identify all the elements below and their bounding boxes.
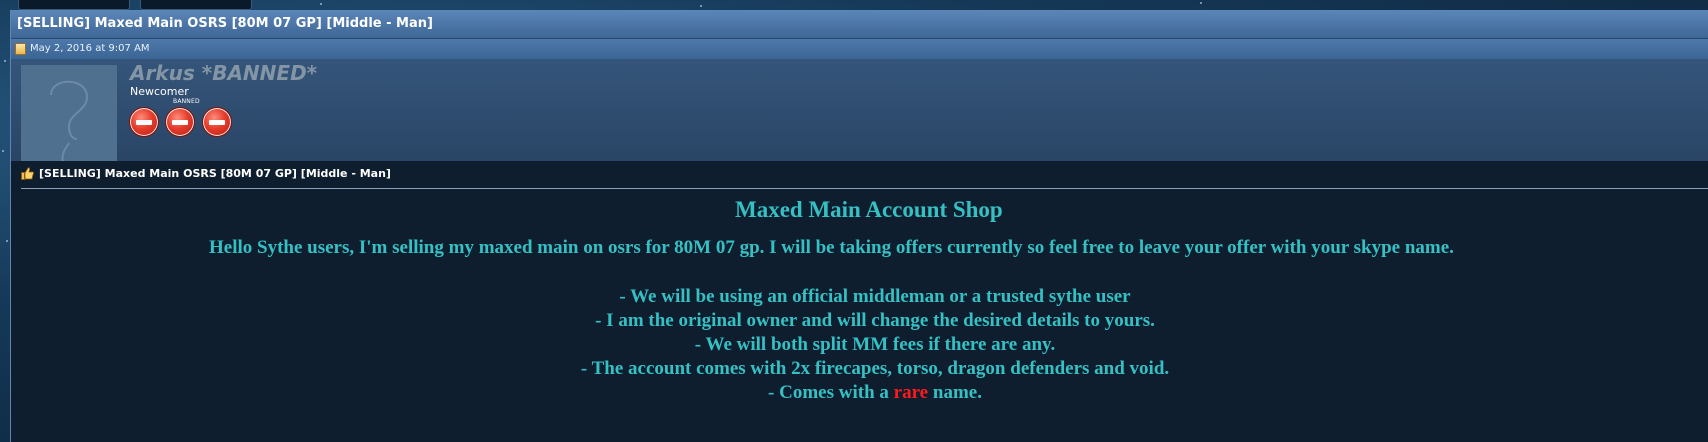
list-item-suffix: name.	[928, 382, 982, 403]
background-star	[700, 5, 702, 7]
post-intro: Hello Sythe users, I'm selling my maxed …	[209, 237, 1454, 258]
post-date[interactable]: May 2, 2016 at 9:07 AM	[30, 39, 150, 59]
user-info: Arkus *BANNED* Newcomer BANNED	[11, 59, 1708, 162]
list-item-prefix: - Comes with a	[768, 382, 894, 403]
list-item: - The account comes with 2x firecapes, t…	[580, 358, 1170, 379]
list-item: - We will both split MM fees if there ar…	[694, 334, 1056, 355]
post-icon	[15, 43, 26, 55]
background-star	[4, 60, 6, 62]
background-star	[6, 240, 8, 242]
background-star	[320, 3, 322, 5]
list-item: - We will be using an official middleman…	[619, 286, 1131, 307]
post-date-bar: May 2, 2016 at 9:07 AM	[11, 39, 1708, 59]
top-nav-button[interactable]	[18, 0, 130, 10]
no-entry-icon	[202, 107, 232, 137]
post-title: [SELLING] Maxed Main OSRS [80M 07 GP] [M…	[21, 167, 391, 180]
default-avatar-icon	[50, 80, 89, 161]
list-item: - I am the original owner and will chang…	[595, 310, 1155, 331]
rare-highlight: rare	[893, 382, 929, 403]
post-heading: Maxed Main Account Shop	[735, 197, 1003, 222]
details-list: - We will be using an official middleman…	[11, 285, 1708, 405]
top-nav-button[interactable]	[140, 0, 252, 10]
thread-panel: [SELLING] Maxed Main OSRS [80M 07 GP] [M…	[10, 10, 1708, 442]
no-entry-icon	[165, 107, 195, 137]
username[interactable]: Arkus *BANNED*	[130, 61, 317, 85]
divider	[21, 188, 1708, 189]
post-content: [SELLING] Maxed Main OSRS [80M 07 GP] [M…	[11, 161, 1708, 442]
post-title-text: [SELLING] Maxed Main OSRS [80M 07 GP] [M…	[39, 167, 391, 180]
list-item: - Comes with a rare name.	[11, 381, 1708, 405]
user-title: Newcomer	[130, 85, 189, 98]
no-entry-icon	[129, 107, 159, 137]
thread-title: [SELLING] Maxed Main OSRS [80M 07 GP] [M…	[11, 10, 1708, 39]
avatar[interactable]	[21, 65, 117, 161]
background-star	[2, 150, 4, 152]
banned-label: BANNED	[173, 98, 200, 105]
background-star	[1200, 2, 1202, 4]
thumbs-up-icon	[21, 167, 34, 180]
